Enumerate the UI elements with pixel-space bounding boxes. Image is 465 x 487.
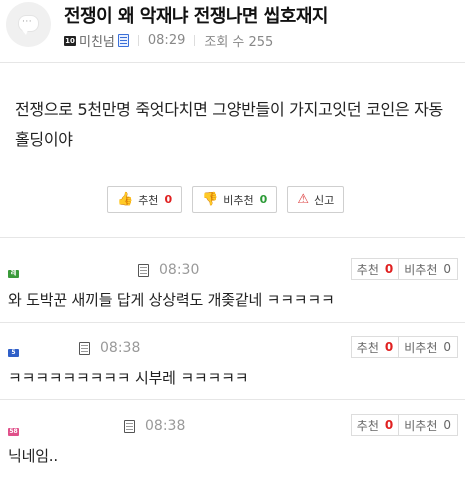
comment-time: 08:38: [145, 418, 186, 434]
comment-upvote-button[interactable]: 추천: [352, 339, 379, 356]
report-button[interactable]: ⚠ 신고: [287, 186, 345, 213]
document-icon[interactable]: [79, 341, 90, 355]
document-icon[interactable]: [138, 263, 149, 277]
thumbs-up-icon: 👍: [117, 192, 134, 207]
divider: [137, 35, 139, 46]
downvote-count: 0: [259, 193, 268, 206]
divider: [194, 35, 196, 46]
comment-downvote-button[interactable]: 비추천: [399, 261, 437, 278]
upvote-button[interactable]: 👍 추천 0: [107, 186, 183, 213]
divider: [0, 62, 465, 63]
divider: [0, 322, 465, 323]
divider: [0, 237, 465, 238]
post-meta: 10 미친넘 08:29 조회 수 255: [64, 31, 273, 50]
comment-upvote-count: 0: [384, 262, 394, 276]
vote-bar: 👍 추천 0 👎 비추천 0 ⚠ 신고: [107, 186, 345, 213]
thumbs-down-icon: 👎: [202, 192, 219, 207]
downvote-label: 비추천: [223, 193, 254, 207]
comment-downvote-count: 0: [443, 262, 451, 276]
document-icon[interactable]: [124, 419, 135, 433]
comment-item: 58 08:38 추천 0 비추천 0 닉네임..: [0, 414, 465, 474]
comment-upvote-button[interactable]: 추천: [352, 417, 379, 434]
comment-item: 5 08:38 추천 0 비추천 0 ㅋㅋㅋㅋㅋㅋㅋㅋㅋ 시부레 ㅋㅋㅋㅋㅋ: [0, 336, 465, 396]
chat-bubble-icon: ···: [19, 16, 38, 35]
divider: [0, 399, 465, 400]
downvote-button[interactable]: 👎 비추천 0: [192, 186, 278, 213]
comment-upvote-button[interactable]: 추천: [352, 261, 379, 278]
upvote-label: 추천: [138, 193, 159, 207]
comment-upvote-count: 0: [384, 418, 394, 432]
comment-item: 레 08:30 추천 0 비추천 0 와 도박꾼 새끼들 답게 상상력도 개좆같…: [0, 258, 465, 324]
comment-text: 닉네임..: [8, 447, 58, 465]
comment-text: 와 도박꾼 새끼들 답게 상상력도 개좆같네 ㅋㅋㅋㅋㅋ: [8, 291, 335, 309]
comment-time: 08:38: [100, 340, 141, 356]
upvote-count: 0: [164, 193, 173, 206]
post-header: ··· 전쟁이 왜 악재냐 전쟁나면 씹호재지 10 미친넘 08:29 조회 …: [0, 0, 465, 62]
comment-downvote-count: 0: [443, 340, 451, 354]
view-count: 조회 수 255: [204, 35, 274, 50]
comment-downvote-button[interactable]: 비추천: [399, 417, 437, 434]
level-badge: 5: [8, 349, 19, 357]
comment-votes: 추천 0 비추천 0: [350, 258, 458, 280]
report-label: 신고: [313, 193, 335, 207]
level-badge: 레: [8, 270, 19, 278]
comment-downvote-button[interactable]: 비추천: [399, 339, 437, 356]
alarm-icon: ⚠: [297, 192, 309, 207]
comment-text: ㅋㅋㅋㅋㅋㅋㅋㅋㅋ 시부레 ㅋㅋㅋㅋㅋ: [8, 369, 249, 387]
author-name[interactable]: 미친넘: [79, 31, 115, 50]
comment-time: 08:30: [159, 262, 200, 278]
comment-votes: 추천 0 비추천 0: [350, 414, 458, 436]
post-body: 전쟁으로 5천만명 죽엇다치면 그양반들이 가지고잇던 코인은 자동홀딩이야: [15, 100, 443, 149]
comment-votes: 추천 0 비추천 0: [350, 336, 458, 358]
comment-upvote-count: 0: [384, 340, 394, 354]
post-time: 08:29: [147, 33, 186, 48]
document-icon[interactable]: [117, 34, 129, 47]
post-title: 전쟁이 왜 악재냐 전쟁나면 씹호재지: [64, 6, 328, 27]
comment-meta: 08:30: [138, 262, 199, 278]
level-badge: 10: [64, 35, 76, 46]
level-badge: 58: [8, 428, 19, 436]
comment-downvote-count: 0: [443, 418, 451, 432]
comment-meta: 08:38: [79, 340, 140, 356]
comment-meta: 08:38: [124, 418, 185, 434]
avatar[interactable]: ···: [6, 2, 51, 47]
